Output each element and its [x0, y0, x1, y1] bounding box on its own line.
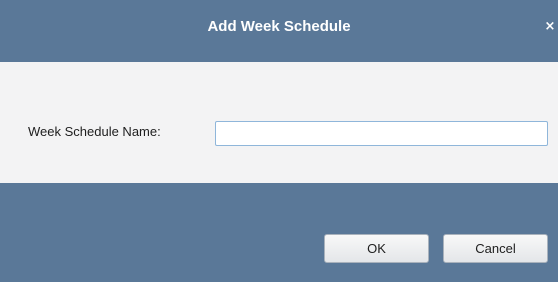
dialog-title-bar: Add Week Schedule × [0, 0, 558, 62]
week-schedule-name-label: Week Schedule Name: [28, 124, 161, 139]
week-schedule-name-input[interactable] [215, 121, 548, 146]
dialog-footer: OK Cancel [0, 183, 558, 282]
dialog-title: Add Week Schedule [207, 17, 351, 35]
close-icon[interactable]: × [544, 20, 556, 34]
add-week-schedule-dialog: Add Week Schedule × Week Schedule Name: … [0, 0, 558, 282]
dialog-content: Week Schedule Name: [0, 62, 558, 183]
ok-button[interactable]: OK [324, 234, 429, 263]
cancel-button[interactable]: Cancel [443, 234, 548, 263]
